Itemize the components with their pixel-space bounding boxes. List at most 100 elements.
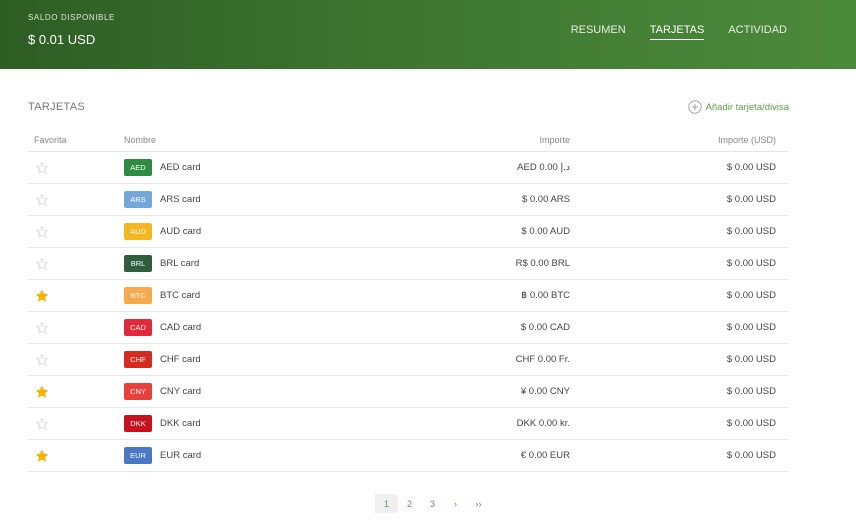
table-row[interactable]: BTC BTC card ฿ 0.00 BTC $ 0.00 USD — [28, 280, 788, 312]
name-cell: CHF CHF card — [124, 351, 414, 368]
amount-cell: € 0.00 EUR — [520, 450, 570, 461]
amount-usd-cell: $ 0.00 USD — [726, 290, 776, 301]
add-card-label: Añadir tarjeta/divisa — [705, 101, 789, 113]
tab-resumen[interactable]: RESUMEN — [571, 24, 626, 40]
name-cell: AUD AUD card — [124, 223, 414, 240]
name-cell: AED AED card — [124, 159, 414, 176]
amount-usd-cell: $ 0.00 USD — [726, 418, 776, 429]
currency-badge: CHF — [124, 351, 152, 368]
pagination: 1 2 3 › ›› — [375, 494, 490, 513]
card-name: BTC card — [160, 290, 201, 301]
name-cell: DKK DKK card — [124, 415, 414, 432]
amount-usd-cell: $ 0.00 USD — [726, 322, 776, 333]
amount-cell: DKK 0.00 kr. — [516, 418, 570, 429]
card-name: EUR card — [160, 450, 202, 461]
amount-cell: AED 0.00 د.إ — [517, 162, 570, 173]
favorite-cell — [28, 321, 124, 335]
favorite-cell — [28, 257, 124, 271]
page-2[interactable]: 2 — [398, 494, 421, 513]
plus-circle-icon — [687, 100, 702, 114]
table-row[interactable]: AED AED card AED 0.00 د.إ $ 0.00 USD — [28, 152, 788, 184]
table-row[interactable]: EUR EUR card € 0.00 EUR $ 0.00 USD — [28, 440, 788, 472]
balance-value: $ 0.01 USD — [28, 32, 96, 47]
table-row[interactable]: DKK DKK card DKK 0.00 kr. $ 0.00 USD — [28, 408, 788, 440]
favorite-cell — [28, 417, 124, 431]
name-cell: CNY CNY card — [124, 383, 414, 400]
currency-badge: EUR — [124, 447, 152, 464]
main-nav: RESUMEN TARJETAS ACTIVIDAD — [571, 24, 787, 40]
star-filled-icon[interactable] — [35, 449, 49, 463]
table-row[interactable]: ARS ARS card $ 0.00 ARS $ 0.00 USD — [28, 184, 788, 216]
card-name: AED card — [160, 162, 201, 173]
table-row[interactable]: CHF CHF card CHF 0.00 Fr. $ 0.00 USD — [28, 344, 788, 376]
table-header: Favorita Nombre Importe Importe (USD) — [28, 128, 788, 152]
col-importe: Importe — [539, 134, 570, 145]
star-outline-icon[interactable] — [35, 417, 49, 431]
favorite-cell — [28, 161, 124, 175]
amount-usd-cell: $ 0.00 USD — [726, 386, 776, 397]
tab-actividad[interactable]: ACTIVIDAD — [728, 24, 787, 40]
page-3[interactable]: 3 — [421, 494, 444, 513]
amount-cell: CHF 0.00 Fr. — [515, 354, 570, 365]
name-cell: CAD CAD card — [124, 319, 414, 336]
card-name: DKK card — [160, 418, 201, 429]
section-title: TARJETAS — [28, 101, 85, 113]
card-name: BRL card — [160, 258, 200, 269]
amount-cell: ¥ 0.00 CNY — [520, 386, 570, 397]
currency-badge: CAD — [124, 319, 152, 336]
star-outline-icon[interactable] — [35, 353, 49, 367]
table-row[interactable]: AUD AUD card $ 0.00 AUD $ 0.00 USD — [28, 216, 788, 248]
star-outline-icon[interactable] — [35, 321, 49, 335]
balance-label: SALDO DISPONIBLE — [28, 13, 115, 22]
add-card-button[interactable]: Añadir tarjeta/divisa — [687, 100, 789, 114]
currency-badge: AED — [124, 159, 152, 176]
card-name: ARS card — [160, 194, 201, 205]
table-row[interactable]: BRL BRL card R$ 0.00 BRL $ 0.00 USD — [28, 248, 788, 280]
top-header: SALDO DISPONIBLE $ 0.01 USD RESUMEN TARJ… — [0, 0, 856, 69]
amount-cell: R$ 0.00 BRL — [515, 258, 570, 269]
card-name: CHF card — [160, 354, 201, 365]
amount-cell: ฿ 0.00 BTC — [521, 290, 570, 301]
name-cell: ARS ARS card — [124, 191, 414, 208]
favorite-cell — [28, 225, 124, 239]
card-name: AUD card — [160, 226, 202, 237]
page-1[interactable]: 1 — [375, 494, 398, 513]
col-nombre: Nombre — [124, 134, 157, 145]
star-filled-icon[interactable] — [35, 289, 49, 303]
star-outline-icon[interactable] — [35, 257, 49, 271]
col-favorita: Favorita — [34, 134, 67, 145]
card-name: CNY card — [160, 386, 202, 397]
amount-usd-cell: $ 0.00 USD — [726, 450, 776, 461]
last-page-button[interactable]: ›› — [467, 494, 490, 513]
favorite-cell — [28, 353, 124, 367]
amount-usd-cell: $ 0.00 USD — [726, 162, 776, 173]
star-filled-icon[interactable] — [35, 385, 49, 399]
currency-badge: DKK — [124, 415, 152, 432]
favorite-cell — [28, 385, 124, 399]
amount-cell: $ 0.00 ARS — [521, 194, 570, 205]
currency-badge: BTC — [124, 287, 152, 304]
star-outline-icon[interactable] — [35, 225, 49, 239]
amount-usd-cell: $ 0.00 USD — [726, 354, 776, 365]
name-cell: EUR EUR card — [124, 447, 414, 464]
amount-usd-cell: $ 0.00 USD — [726, 226, 776, 237]
tab-tarjetas[interactable]: TARJETAS — [649, 24, 705, 40]
favorite-cell — [28, 193, 124, 207]
currency-badge: AUD — [124, 223, 152, 240]
star-outline-icon[interactable] — [35, 161, 49, 175]
star-outline-icon[interactable] — [35, 193, 49, 207]
currency-badge: BRL — [124, 255, 152, 272]
table-body: AED AED card AED 0.00 د.إ $ 0.00 USD ARS ARS … — [28, 152, 788, 472]
card-name: CAD card — [160, 322, 202, 333]
cards-table: Favorita Nombre Importe Importe (USD) AE… — [28, 128, 788, 472]
col-importe-usd: Importe (USD) — [717, 134, 776, 145]
next-page-button[interactable]: › — [444, 494, 467, 513]
currency-badge: CNY — [124, 383, 152, 400]
currency-badge: ARS — [124, 191, 152, 208]
table-row[interactable]: CAD CAD card $ 0.00 CAD $ 0.00 USD — [28, 312, 788, 344]
table-row[interactable]: CNY CNY card ¥ 0.00 CNY $ 0.00 USD — [28, 376, 788, 408]
amount-cell: $ 0.00 AUD — [521, 226, 570, 237]
amount-usd-cell: $ 0.00 USD — [726, 194, 776, 205]
name-cell: BTC BTC card — [124, 287, 414, 304]
favorite-cell — [28, 289, 124, 303]
